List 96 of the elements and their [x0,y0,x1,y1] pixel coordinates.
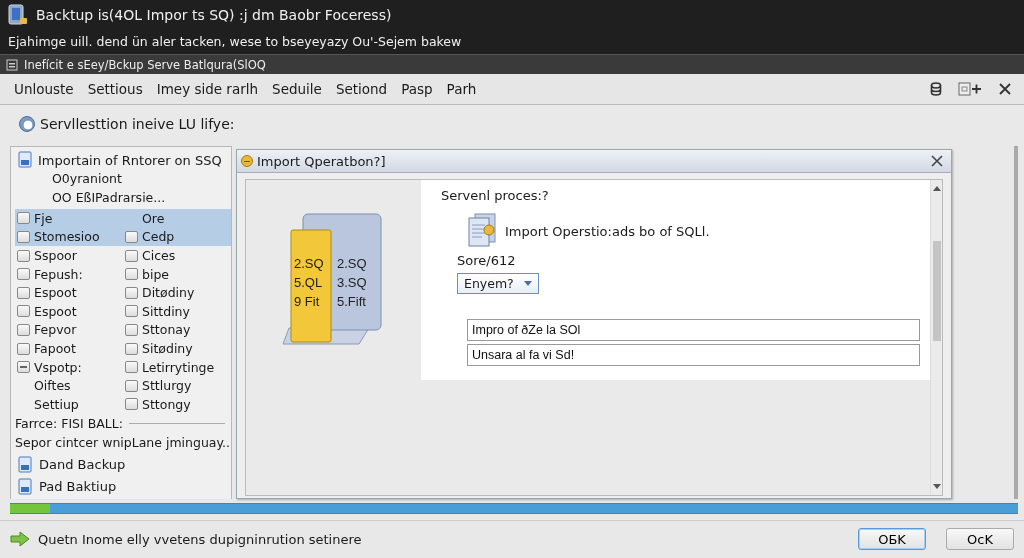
tree-item[interactable]: O0yraniont [17,169,231,189]
menu-item[interactable]: Seduile [272,81,322,97]
checkbox[interactable] [17,342,30,355]
input-field[interactable]: Unsara al fa vi Sd! [467,344,920,367]
document-icon [17,455,35,474]
checkbox[interactable] [125,286,138,299]
option-label: Cices [142,248,176,264]
checkbox[interactable] [125,342,138,355]
scrollbar[interactable] [1014,146,1018,500]
option-label: Ore [142,210,165,226]
dialog-button[interactable]: OБK [858,528,926,551]
up-arrow-icon [932,186,941,192]
section-heading: Servllesttion ineive LU lifye: [40,116,235,133]
caret-icon [523,281,532,287]
option-label: Fapoot [34,341,76,357]
option-row[interactable]: Espoot Sittdiny [15,302,231,321]
tree-item[interactable]: OO EßIPadrarsie... [17,188,231,208]
arrow-icon [10,531,30,548]
checkbox[interactable] [125,230,138,243]
option-row[interactable]: Espoot Ditødiny [15,283,231,303]
option-label: Fje [34,210,53,226]
checkbox[interactable] [17,268,30,281]
app-title: Backtup is(4OL Impor ts SQ) :j dm Baobr Foceress) [36,7,392,23]
option-label: Letirrytinge [142,359,215,375]
checkbox[interactable] [17,212,30,225]
option-row[interactable]: Fepush: bipe [15,264,231,284]
document-icon [17,477,35,496]
option-label: Ditødiny [142,285,195,301]
checkbox[interactable] [17,361,30,374]
checkbox[interactable] [125,323,138,336]
menu-item[interactable]: Setiond [335,81,388,97]
option-row[interactable]: Sspoor Cices [15,246,231,265]
checkbox[interactable] [125,268,138,281]
option-label: Settiup [34,396,79,412]
option-label: Espoot [34,285,77,301]
selected-row[interactable]: Fje Ore [15,209,231,228]
dialog-heading: Servenl proces:? [441,188,550,204]
option-row[interactable]: Vspotp: Letirrytinge [15,357,231,377]
checkbox[interactable] [125,379,138,392]
menu-item[interactable]: Unlouste [14,81,74,97]
dropdown[interactable]: Enyem? [457,273,539,295]
group-description: Sepor cintcer wnipLane jminguay.. [15,434,231,450]
option-label: Sittdiny [142,303,190,319]
option-label: Stomesioo [34,229,100,245]
checkbox[interactable] [17,286,30,299]
option-label: Fepvor [34,322,77,338]
dialog-button[interactable]: OcK [946,528,1014,551]
option-label: Vspotp: [34,359,82,375]
checkbox[interactable] [125,249,138,262]
checkbox[interactable] [125,361,138,374]
tree-item[interactable]: Importain of Rntorer on SSQ [38,152,222,168]
checkbox[interactable] [17,323,30,336]
option-label: Sitødiny [142,341,193,357]
backup-item[interactable]: Pad Baktiup [39,479,117,495]
close-icon [998,82,1012,96]
scrollbar-thumb[interactable] [932,241,941,342]
option-label: Espoot [34,303,77,319]
app-icon [8,4,28,26]
close-icon [931,155,943,168]
group-title: Farrce: FISI BALL: [15,415,123,431]
document-icon [17,151,35,170]
window-icon [6,58,18,71]
option-row[interactable]: Fapoot Sitødiny [15,339,231,358]
document-icon [467,213,497,250]
option-row[interactable]: Oiftes Sttlurgy [15,376,231,395]
menu-item[interactable]: Imey side rarlh [156,81,259,97]
checkbox[interactable] [17,249,30,262]
add-window-icon [958,82,982,96]
checkbox[interactable] [125,398,138,411]
menu-item[interactable]: Parh [446,81,477,97]
option-label: Sttlurgy [142,378,192,394]
option-label: Sttonay [142,322,191,338]
status-text: Quetn Inome elly vvetens dupigninrution setinere [38,531,362,547]
subtitle-text: Ejahimge uill. dend ün aler tacken, wese to bseyeyazy Ou'-Sejem bakew [8,34,463,49]
menu-item[interactable]: Pasp [401,81,433,97]
option-label: Sspoor [34,248,77,264]
field-label: Sore/612 [457,253,517,269]
option-row[interactable]: Fepvor Sttonay [15,320,231,340]
window-title: Inefícit e sEey/Bckup Serve Batlqura(SlOQ [24,57,266,72]
backup-item[interactable]: Dand Backup [39,457,126,473]
option-label: Fepush: [34,266,83,282]
database-icon [930,82,942,96]
menu-item[interactable]: Settious [87,81,143,97]
option-label: bipe [142,266,170,282]
checkbox[interactable] [17,230,30,243]
scrollbar[interactable] [930,180,942,496]
dialog-title: Import Qperatbon?] [257,153,386,169]
down-arrow-icon [932,484,941,490]
input-field[interactable]: Impro of ðZe la SOl [467,319,920,342]
option-label: Cedp [142,229,175,245]
checkbox[interactable] [17,305,30,318]
checkbox[interactable] [125,305,138,318]
option-label: Sttongy [142,396,191,412]
info-text: Import Operstio:ads bo of SQLl. [505,223,710,239]
option-row[interactable]: Settiup Sttongy [15,395,231,414]
option-label: Oiftes [34,378,71,394]
